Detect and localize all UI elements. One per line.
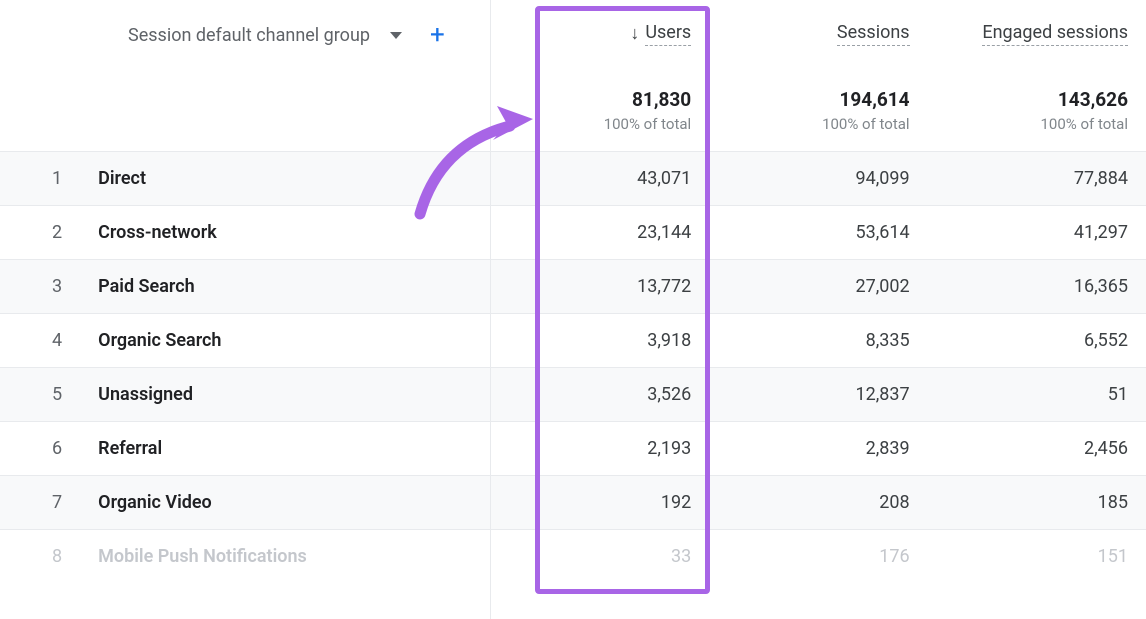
row-index: 5 xyxy=(0,368,90,422)
metric-cell: 16,365 xyxy=(928,260,1146,314)
row-index: 2 xyxy=(0,206,90,260)
table-row: 2Cross-network23,14453,61441,297 xyxy=(0,206,1146,260)
totals-cell: 81,830 100% of total xyxy=(491,70,709,152)
metric-cell: 23,144 xyxy=(491,206,709,260)
row-dimension-value[interactable]: Organic Video xyxy=(90,476,491,530)
metric-cell: 3,526 xyxy=(491,368,709,422)
metric-header[interactable]: Sessions xyxy=(709,0,927,70)
table-row: 8Mobile Push Notifications33176151 xyxy=(0,530,1146,584)
metric-cell: 8,335 xyxy=(709,314,927,368)
table-row: 5Unassigned3,52612,83751 xyxy=(0,368,1146,422)
metric-cell: 176 xyxy=(709,530,927,584)
total-subtext: 100% of total xyxy=(499,115,691,133)
metric-cell: 208 xyxy=(709,476,927,530)
metric-cell: 77,884 xyxy=(928,152,1146,206)
metric-label[interactable]: Sessions xyxy=(837,22,910,46)
metric-cell: 151 xyxy=(928,530,1146,584)
metric-label[interactable]: Engaged sessions xyxy=(982,22,1128,46)
metric-header[interactable]: ↓ Users xyxy=(491,0,709,70)
metric-cell: 43,071 xyxy=(491,152,709,206)
row-dimension-value[interactable]: Cross-network xyxy=(90,206,491,260)
metric-cell: 51 xyxy=(928,368,1146,422)
report-table: Session default channel group + ↓ Users Sess… xyxy=(0,0,1146,583)
table-row: 6Referral2,1932,8392,456 xyxy=(0,422,1146,476)
totals-spacer xyxy=(0,70,491,152)
total-value: 194,614 xyxy=(717,88,909,111)
metric-cell: 53,614 xyxy=(709,206,927,260)
metric-cell: 12,837 xyxy=(709,368,927,422)
total-value: 143,626 xyxy=(936,88,1128,111)
metric-cell: 185 xyxy=(928,476,1146,530)
row-index: 8 xyxy=(0,530,90,584)
row-dimension-value[interactable]: Organic Search xyxy=(90,314,491,368)
row-dimension-value[interactable]: Referral xyxy=(90,422,491,476)
metric-cell: 6,552 xyxy=(928,314,1146,368)
table-row: 1Direct43,07194,09977,884 xyxy=(0,152,1146,206)
dimension-picker[interactable]: Session default channel group xyxy=(128,25,370,46)
chevron-down-icon[interactable] xyxy=(390,32,402,39)
row-dimension-value[interactable]: Unassigned xyxy=(90,368,491,422)
row-dimension-value[interactable]: Paid Search xyxy=(90,260,491,314)
metric-header[interactable]: Engaged sessions xyxy=(928,0,1146,70)
metric-cell: 94,099 xyxy=(709,152,927,206)
add-dimension-button[interactable]: + xyxy=(430,22,445,48)
metric-cell: 2,839 xyxy=(709,422,927,476)
row-index: 4 xyxy=(0,314,90,368)
total-value: 81,830 xyxy=(499,88,691,111)
total-subtext: 100% of total xyxy=(936,115,1128,133)
metric-cell: 41,297 xyxy=(928,206,1146,260)
totals-cell: 143,626 100% of total xyxy=(928,70,1146,152)
row-index: 6 xyxy=(0,422,90,476)
metric-cell: 13,772 xyxy=(491,260,709,314)
row-index: 3 xyxy=(0,260,90,314)
metric-cell: 2,456 xyxy=(928,422,1146,476)
metric-label[interactable]: Users xyxy=(645,22,691,46)
totals-cell: 194,614 100% of total xyxy=(709,70,927,152)
metric-cell: 3,918 xyxy=(491,314,709,368)
metric-cell: 33 xyxy=(491,530,709,584)
row-dimension-value[interactable]: Direct xyxy=(90,152,491,206)
total-subtext: 100% of total xyxy=(717,115,909,133)
table-row: 4Organic Search3,9188,3356,552 xyxy=(0,314,1146,368)
table-row: 3Paid Search13,77227,00216,365 xyxy=(0,260,1146,314)
vertical-separator xyxy=(490,0,491,619)
metric-cell: 192 xyxy=(491,476,709,530)
metric-cell: 27,002 xyxy=(709,260,927,314)
row-index: 1 xyxy=(0,152,90,206)
row-index: 7 xyxy=(0,476,90,530)
sort-descending-icon: ↓ xyxy=(630,23,639,44)
table-row: 7Organic Video192208185 xyxy=(0,476,1146,530)
row-dimension-value[interactable]: Mobile Push Notifications xyxy=(90,530,491,584)
metric-cell: 2,193 xyxy=(491,422,709,476)
